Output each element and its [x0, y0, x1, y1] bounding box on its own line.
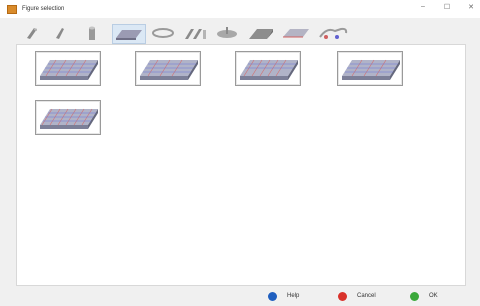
ok-icon — [410, 291, 419, 301]
ok-button[interactable]: OK — [410, 289, 438, 303]
figure-type-toolbar — [16, 22, 456, 44]
figure-thumb-4[interactable] — [337, 51, 403, 86]
help-label: Help — [287, 293, 300, 299]
ok-label: OK — [429, 293, 438, 299]
tool-column-icon[interactable] — [84, 24, 100, 42]
figure-thumb-1[interactable] — [35, 51, 101, 86]
figure-gallery — [16, 44, 466, 286]
cancel-button[interactable]: Cancel — [338, 289, 376, 303]
tool-curved-shape-icon[interactable] — [316, 24, 350, 42]
close-button[interactable]: ✕ — [466, 3, 476, 11]
cancel-icon — [338, 291, 347, 301]
minimize-button[interactable]: – — [418, 3, 428, 11]
tool-disc-icon[interactable] — [214, 24, 240, 42]
figure-thumb-2[interactable] — [135, 51, 201, 86]
title-bar: Figure selection – ☐ ✕ — [0, 0, 480, 18]
help-icon — [268, 291, 277, 301]
figure-thumb-5[interactable] — [35, 100, 101, 135]
tool-ramp-left-icon[interactable] — [24, 24, 40, 42]
help-button[interactable]: Help — [268, 289, 299, 303]
cancel-label: Cancel — [357, 293, 376, 299]
window-title: Figure selection — [22, 6, 65, 12]
maximize-button[interactable]: ☐ — [442, 3, 452, 11]
tool-slab-icon[interactable] — [112, 24, 146, 44]
tool-block-icon[interactable] — [246, 24, 276, 42]
figure-thumb-3[interactable] — [235, 51, 301, 86]
figure-selection-window: Figure selection – ☐ ✕ Help Cancel OK — [0, 0, 480, 306]
tool-ramp-right-icon[interactable] — [52, 24, 68, 42]
tool-wall-pair-icon[interactable] — [182, 24, 208, 42]
dialog-footer: Help Cancel OK — [0, 284, 480, 306]
window-controls: – ☐ ✕ — [418, 3, 476, 11]
tool-plate-icon[interactable] — [280, 24, 312, 42]
tool-ring-icon[interactable] — [150, 24, 176, 42]
app-icon — [7, 4, 17, 14]
